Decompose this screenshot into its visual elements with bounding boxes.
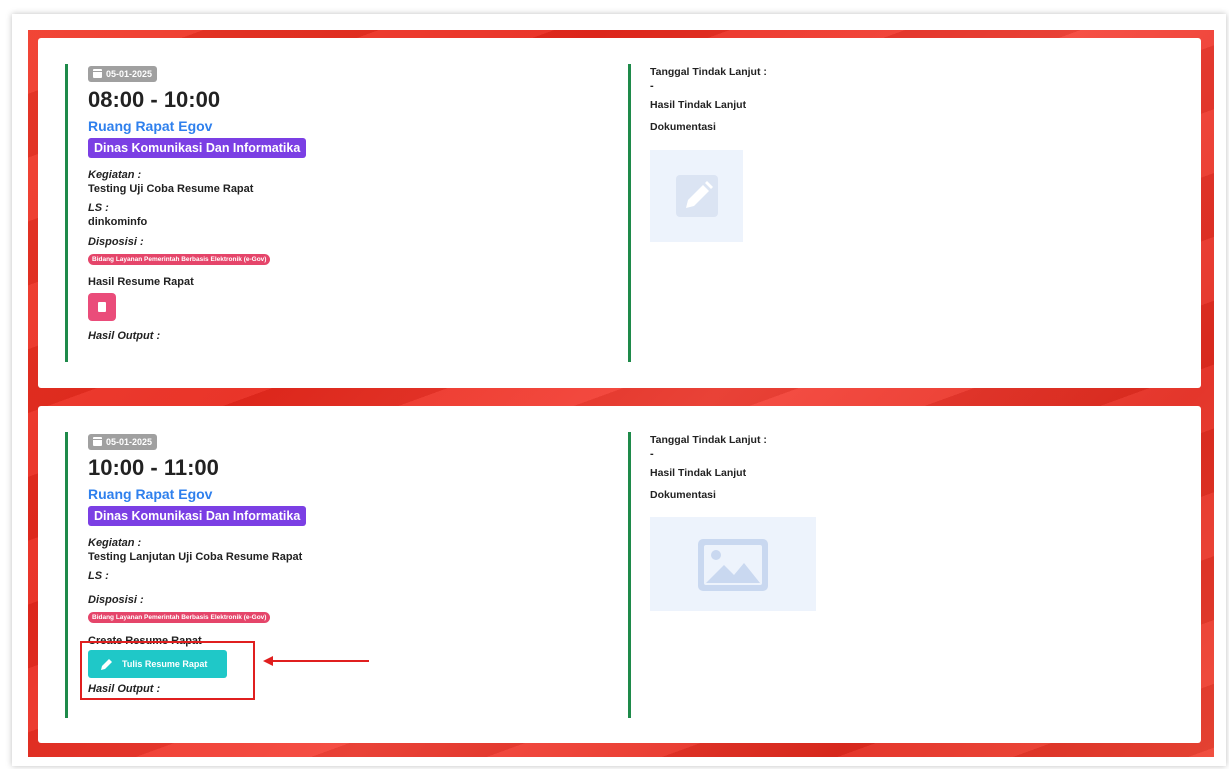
left-divider <box>65 432 68 718</box>
date-badge: 05-01-2025 <box>88 65 158 82</box>
documentation-thumbnail[interactable] <box>650 517 816 611</box>
date-text: 05-01-2025 <box>106 68 153 79</box>
follow-up-details: Tanggal Tindak Lanjut : - Hasil Tindak L… <box>650 66 1150 133</box>
ls-label: LS : <box>88 202 109 214</box>
meeting-room[interactable]: Ruang Rapat Egov <box>88 486 588 502</box>
dokumentasi-label: Dokumentasi <box>650 121 716 133</box>
documentation-thumbnail[interactable] <box>650 150 743 242</box>
kegiatan-label: Kegiatan : <box>88 537 142 549</box>
calendar-icon <box>93 69 102 78</box>
disposisi-badge: Bidang Layanan Pemerintah Berbasis Elekt… <box>88 254 271 265</box>
resume-document-button[interactable] <box>88 293 116 321</box>
disposisi-label: Disposisi : <box>88 236 144 248</box>
hasil-tindak-label: Hasil Tindak Lanjut <box>650 467 747 479</box>
meeting-card-1: 05-01-2025 08:00 - 10:00 Ruang Rapat Ego… <box>38 38 1201 388</box>
resume-label: Hasil Resume Rapat <box>88 276 194 288</box>
middle-divider <box>628 432 631 718</box>
meeting-room[interactable]: Ruang Rapat Egov <box>88 118 588 134</box>
calendar-icon <box>93 437 102 446</box>
meeting-time: 08:00 - 10:00 <box>88 87 221 112</box>
kegiatan-value: Testing Lanjutan Uji Coba Resume Rapat <box>88 551 303 563</box>
ls-value: dinkominfo <box>88 216 148 228</box>
date-badge: 05-01-2025 <box>88 433 158 450</box>
disposisi-badge: Bidang Layanan Pemerintah Berbasis Elekt… <box>88 612 271 623</box>
tindak-lanjut-label: Tanggal Tindak Lanjut : <box>650 66 767 78</box>
follow-up-details: Tanggal Tindak Lanjut : - Hasil Tindak L… <box>650 434 1150 501</box>
meeting-time: 10:00 - 11:00 <box>88 455 219 480</box>
organization-badge: Dinas Komunikasi Dan Informatika <box>88 138 307 158</box>
left-divider <box>65 64 68 362</box>
disposisi-label: Disposisi : <box>88 594 144 606</box>
image-placeholder-icon <box>698 539 768 591</box>
highlight-box <box>80 641 255 700</box>
document-icon <box>98 302 106 312</box>
kegiatan-value: Testing Uji Coba Resume Rapat <box>88 183 254 195</box>
dokumentasi-label: Dokumentasi <box>650 489 716 501</box>
middle-divider <box>628 64 631 362</box>
organization-badge: Dinas Komunikasi Dan Informatika <box>88 506 307 526</box>
tindak-lanjut-label: Tanggal Tindak Lanjut : <box>650 434 767 446</box>
output-label: Hasil Output : <box>88 330 161 342</box>
annotation-arrow-line <box>272 660 369 662</box>
meeting-details: 05-01-2025 08:00 - 10:00 Ruang Rapat Ego… <box>88 65 588 342</box>
pencil-icon <box>676 175 718 217</box>
tindak-lanjut-value: - <box>650 448 654 460</box>
kegiatan-label: Kegiatan : <box>88 169 142 181</box>
tindak-lanjut-value: - <box>650 80 654 92</box>
annotation-arrow-head <box>263 656 273 666</box>
date-text: 05-01-2025 <box>106 436 153 447</box>
ls-label: LS : <box>88 570 109 582</box>
hasil-tindak-label: Hasil Tindak Lanjut <box>650 99 747 111</box>
